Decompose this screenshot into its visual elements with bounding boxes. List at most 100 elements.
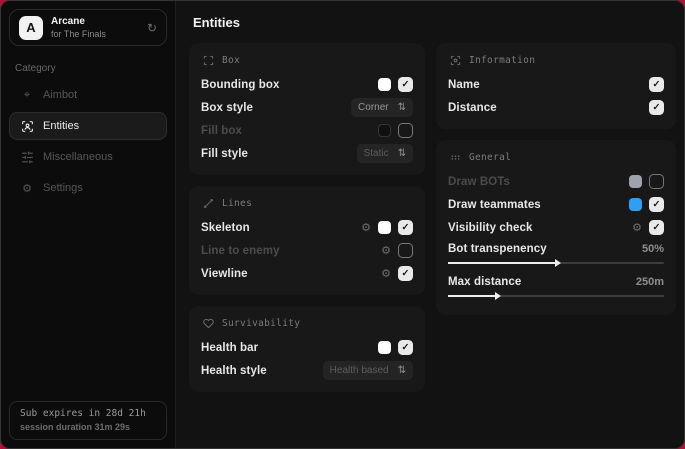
bot-transparency-slider[interactable] bbox=[448, 259, 664, 268]
row-bounding-box: Bounding box ✓ bbox=[201, 73, 413, 96]
skeleton-checkbox[interactable]: ✓ bbox=[398, 220, 413, 235]
session-duration-text: session duration 31m 29s bbox=[20, 422, 156, 432]
row-label: Max distance bbox=[448, 276, 521, 288]
row-label: Distance bbox=[448, 102, 497, 114]
slider-thumb[interactable] bbox=[555, 259, 561, 267]
box-icon bbox=[201, 55, 215, 66]
row-name: Name ✓ bbox=[448, 73, 664, 96]
draw-teammates-checkbox[interactable]: ✓ bbox=[649, 197, 664, 212]
app-logo: A bbox=[19, 16, 43, 40]
chevrons-up-down-icon: ⇅ bbox=[398, 365, 406, 376]
page-title: Entities bbox=[193, 15, 676, 30]
panel-box: Box Bounding box ✓ Box style Corner bbox=[189, 43, 425, 175]
slider-fill bbox=[448, 295, 496, 297]
panel-survivability: Survivability Health bar ✓ Health style … bbox=[189, 306, 425, 392]
health-style-dropdown[interactable]: Health based ⇅ bbox=[323, 361, 413, 380]
app-window: A Arcane for The Finals ↻ Category ⌖ Aim… bbox=[0, 0, 685, 449]
row-distance: Distance ✓ bbox=[448, 96, 664, 119]
row-health-style: Health style Health based ⇅ bbox=[201, 359, 413, 382]
sidebar-item-label: Miscellaneous bbox=[43, 151, 113, 163]
logo-card: A Arcane for The Finals ↻ bbox=[9, 9, 167, 46]
color-swatch[interactable] bbox=[378, 78, 391, 91]
row-label: Fill box bbox=[201, 125, 242, 137]
refresh-icon[interactable]: ↻ bbox=[147, 21, 157, 35]
row-label: Bot transpenency bbox=[448, 243, 547, 255]
row-skeleton: Skeleton ⚙ ✓ bbox=[201, 216, 413, 239]
app-subtitle: for The Finals bbox=[51, 29, 106, 39]
color-swatch[interactable] bbox=[378, 124, 391, 137]
color-swatch[interactable] bbox=[629, 175, 642, 188]
panel-lines: Lines Skeleton ⚙ ✓ Line to enemy ⚙ bbox=[189, 186, 425, 295]
panel-general: General Draw BOTs Draw teammates ✓ bbox=[436, 140, 676, 315]
slider-thumb[interactable] bbox=[495, 292, 501, 300]
row-fill-box: Fill box bbox=[201, 119, 413, 142]
row-label: Bounding box bbox=[201, 79, 280, 91]
chevrons-up-down-icon: ⇅ bbox=[398, 148, 406, 159]
dropdown-value: Static bbox=[364, 148, 389, 159]
row-label: Draw BOTs bbox=[448, 176, 510, 188]
sidebar-nav: ⌖ Aimbot Entities bbox=[1, 81, 175, 202]
color-swatch[interactable] bbox=[378, 341, 391, 354]
row-fill-style: Fill style Static ⇅ bbox=[201, 142, 413, 165]
row-label: Viewline bbox=[201, 268, 248, 280]
information-icon bbox=[448, 55, 462, 66]
health-bar-checkbox[interactable]: ✓ bbox=[398, 340, 413, 355]
row-visibility-check: Visibility check ⚙ ✓ bbox=[448, 216, 664, 239]
color-swatch[interactable] bbox=[629, 198, 642, 211]
visibility-check-checkbox[interactable]: ✓ bbox=[649, 220, 664, 235]
dropdown-value: Corner bbox=[358, 102, 389, 113]
sliders-icon bbox=[20, 151, 34, 164]
viewline-checkbox[interactable]: ✓ bbox=[398, 266, 413, 281]
line-to-enemy-checkbox[interactable] bbox=[398, 243, 413, 258]
color-swatch[interactable] bbox=[378, 221, 391, 234]
gear-icon[interactable]: ⚙ bbox=[361, 221, 371, 234]
heart-icon bbox=[201, 318, 215, 329]
main-content: Entities Box B bbox=[176, 1, 685, 448]
gear-icon[interactable]: ⚙ bbox=[381, 267, 391, 280]
panel-header-label: Box bbox=[222, 55, 240, 66]
fill-style-dropdown[interactable]: Static ⇅ bbox=[357, 144, 413, 163]
row-label: Name bbox=[448, 79, 480, 91]
panel-header-label: Survivability bbox=[222, 318, 300, 329]
row-label: Fill style bbox=[201, 148, 248, 160]
row-label: Health style bbox=[201, 365, 267, 377]
sub-expires-text: Sub expires in 28d 21h bbox=[20, 408, 156, 419]
fill-box-checkbox[interactable] bbox=[398, 123, 413, 138]
sidebar-item-aimbot[interactable]: ⌖ Aimbot bbox=[9, 81, 167, 109]
gear-icon: ⚙ bbox=[20, 182, 34, 195]
draw-bots-checkbox[interactable] bbox=[649, 174, 664, 189]
box-style-dropdown[interactable]: Corner ⇅ bbox=[351, 98, 413, 117]
panel-header-label: General bbox=[469, 152, 511, 163]
dropdown-value: Health based bbox=[330, 365, 389, 376]
sidebar-item-entities[interactable]: Entities bbox=[9, 112, 167, 140]
app-title: Arcane bbox=[51, 16, 106, 27]
row-label: Visibility check bbox=[448, 222, 533, 234]
sidebar-item-settings[interactable]: ⚙ Settings bbox=[9, 174, 167, 202]
gear-icon[interactable]: ⚙ bbox=[632, 221, 642, 234]
chevrons-up-down-icon: ⇅ bbox=[398, 102, 406, 113]
max-distance-slider[interactable] bbox=[448, 292, 664, 301]
name-checkbox[interactable]: ✓ bbox=[649, 77, 664, 92]
entities-icon bbox=[20, 120, 34, 133]
row-max-distance: Max distance 250m bbox=[448, 272, 664, 292]
sidebar-item-label: Settings bbox=[43, 182, 83, 194]
slider-value: 250m bbox=[636, 276, 664, 288]
slider-fill bbox=[448, 262, 556, 264]
row-health-bar: Health bar ✓ bbox=[201, 336, 413, 359]
bounding-box-checkbox[interactable]: ✓ bbox=[398, 77, 413, 92]
row-draw-bots: Draw BOTs bbox=[448, 170, 664, 193]
category-label: Category bbox=[15, 63, 161, 74]
row-viewline: Viewline ⚙ ✓ bbox=[201, 262, 413, 285]
distance-checkbox[interactable]: ✓ bbox=[649, 100, 664, 115]
row-bot-transparency: Bot transpenency 50% bbox=[448, 239, 664, 259]
row-label: Health bar bbox=[201, 342, 258, 354]
row-label: Skeleton bbox=[201, 222, 250, 234]
sidebar-item-label: Entities bbox=[43, 120, 79, 132]
panel-header-label: Lines bbox=[222, 198, 252, 209]
gear-icon[interactable]: ⚙ bbox=[381, 244, 391, 257]
sidebar: A Arcane for The Finals ↻ Category ⌖ Aim… bbox=[1, 1, 176, 448]
sidebar-item-miscellaneous[interactable]: Miscellaneous bbox=[9, 143, 167, 171]
row-box-style: Box style Corner ⇅ bbox=[201, 96, 413, 119]
row-draw-teammates: Draw teammates ✓ bbox=[448, 193, 664, 216]
lines-icon bbox=[201, 198, 215, 209]
